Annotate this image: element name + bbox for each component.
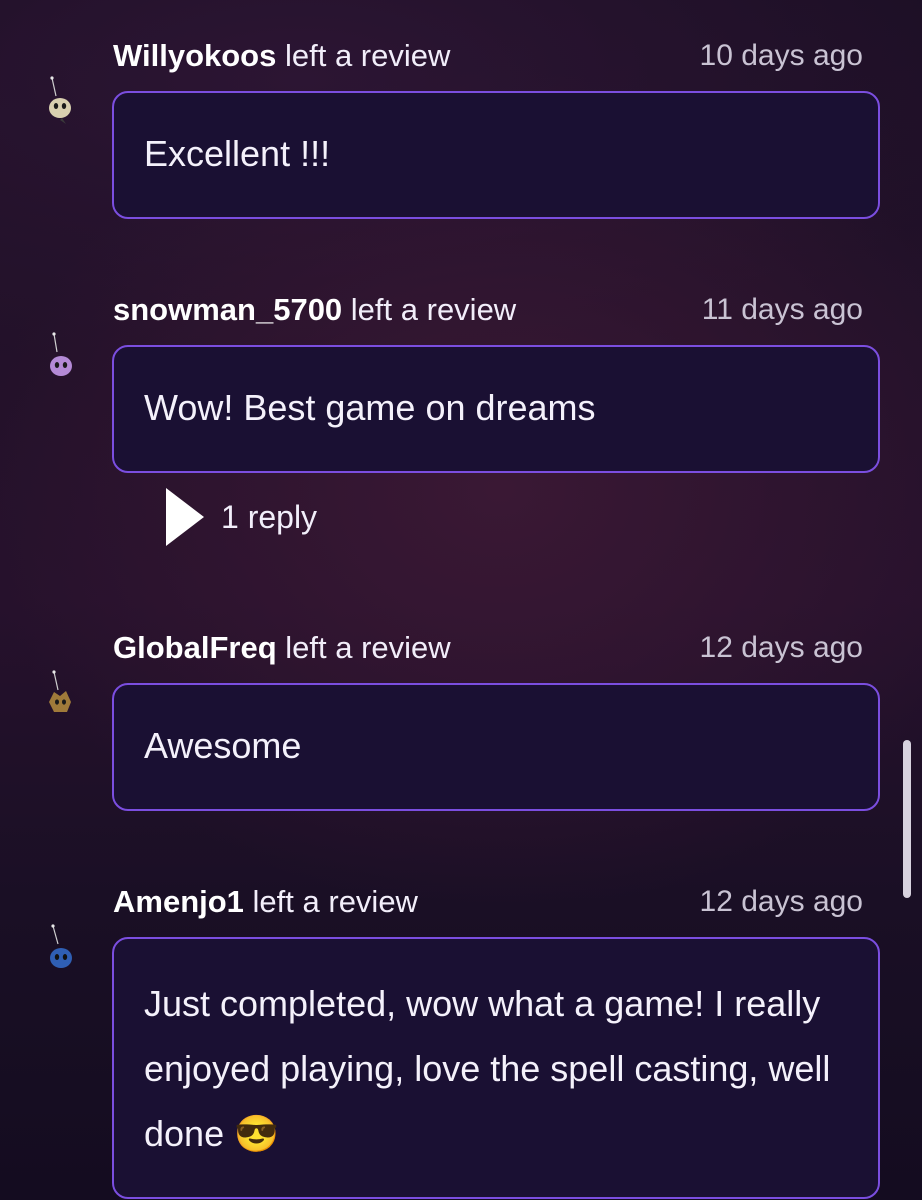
review-text: Just completed, wow what a game! I reall…: [144, 983, 831, 1154]
review-text: Awesome: [144, 725, 302, 766]
review-header: Amenjo1 left a review 12 days ago: [113, 882, 863, 922]
review-bubble: Wow! Best game on dreams: [112, 345, 880, 473]
review-action-text: left a review: [252, 884, 418, 919]
review-bubble: Just completed, wow what a game! I reall…: [112, 937, 880, 1199]
review-bubble: Excellent !!!: [112, 91, 880, 219]
review-action-text: left a review: [350, 292, 517, 327]
play-triangle-icon: [166, 488, 204, 546]
review-text: Wow! Best game on dreams: [144, 387, 596, 428]
imp-avatar-icon[interactable]: [40, 330, 80, 380]
review-header: GlobalFreq left a review 12 days ago: [113, 628, 863, 668]
review-bubble: Awesome: [112, 683, 880, 811]
username[interactable]: snowman_5700: [113, 292, 342, 327]
imp-avatar-icon[interactable]: [40, 74, 80, 124]
username[interactable]: Willyokoos: [113, 38, 276, 73]
reply-count: 1 reply: [221, 498, 318, 535]
timestamp: 11 days ago: [701, 293, 863, 326]
review-text: Excellent !!!: [144, 133, 331, 174]
review-action-text: left a review: [285, 630, 451, 665]
username[interactable]: Amenjo1: [113, 884, 244, 919]
imp-avatar-icon[interactable]: [40, 668, 80, 718]
username[interactable]: GlobalFreq: [113, 630, 277, 665]
timestamp: 12 days ago: [699, 631, 863, 664]
timestamp: 10 days ago: [699, 39, 863, 72]
imp-avatar-icon[interactable]: [40, 922, 80, 972]
review-action-text: left a review: [284, 38, 451, 73]
review-header: Willyokoos left a review 10 days ago: [113, 36, 863, 76]
timestamp: 12 days ago: [699, 885, 863, 918]
scrollbar[interactable]: [903, 740, 911, 898]
show-replies-button[interactable]: 1 reply: [166, 486, 317, 548]
review-header: snowman_5700 left a review 11 days ago: [113, 290, 863, 330]
